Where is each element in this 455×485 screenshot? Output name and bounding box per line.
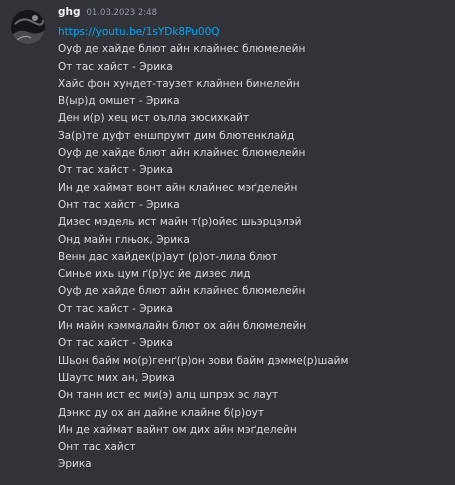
message-content: ghg 01.03.2023 2:48 https://youtu.be/1sY… [58,6,449,474]
message-line: Онт тас хайст [58,441,136,454]
message-line: Он танн ист ес ми(э) алц шпрэх эс лаут [58,389,279,402]
message-line: От тас хайст - Эрика [58,164,173,177]
chat-message: ghg 01.03.2023 2:48 https://youtu.be/1sY… [0,0,455,485]
message-line: В(ыр)д омшет - Эрика [58,95,180,108]
message-line: Дизес мэдель ист майн т(р)ойес шьэрцэлэй [58,216,302,229]
message-line: Хайс фон хундет-таузет клайнен бинелейн [58,77,300,90]
youtube-link[interactable]: https://youtu.be/1sYDk8Pu00Q [58,24,449,41]
message-line: От тас хайст - Эрика [58,302,173,315]
message-line: От тас хайст - Эрика [58,337,173,350]
message-line: Ин де хаймат вайнт ом дих айн мэґделейн [58,423,297,436]
message-line: Онд майн глњок, Эрика [58,233,190,246]
message-line: Ин де хаймат вонт айн клайнес мэґделейн [58,181,298,194]
message-line: Шаутс мих ан, Эрика [58,371,175,384]
author-name[interactable]: ghg [58,6,81,18]
user-avatar-image [11,10,45,44]
message-line: Венн дас хайдек(р)аут (р)от-лила блют [58,250,278,263]
message-line: Синье ихь цум ґ(р)ус йе дизес лид [58,268,251,281]
message-line: Онт тас хайст - Эрика [58,198,180,211]
message-timestamp: 01.03.2023 2:48 [86,8,157,18]
message-line: Эрика [58,458,92,471]
avatar[interactable] [11,10,45,44]
message-line: От тас хайст - Эрика [58,60,173,73]
message-line: За(р)те дуфт еншпрумт дим блютенклайд [58,129,295,142]
message-line: Оуф де хайде блют айн клайнес блюмелейн [58,285,306,298]
message-line: Ден и(р) хец ист оълла зюсихкайт [58,112,250,125]
message-line: Оуф де хайде блют айн клайнес блюмелейн [58,43,306,56]
message-header: ghg 01.03.2023 2:48 [58,6,449,24]
message-line: Ин майн кэммалайн блют ох айн блюмелейн [58,320,307,333]
message-body: Оуф де хайде блют айн клайнес блюмелейн О… [58,41,449,473]
message-line: Дэнкс ду ох ан дайне клайне б(р)оут [58,406,264,419]
message-line: Шьон байм мо(р)генґ(р)он зови байм дэмме… [58,354,349,367]
message-line: Оуф де хайде блют айн клайнес блюмелейн [58,147,306,160]
